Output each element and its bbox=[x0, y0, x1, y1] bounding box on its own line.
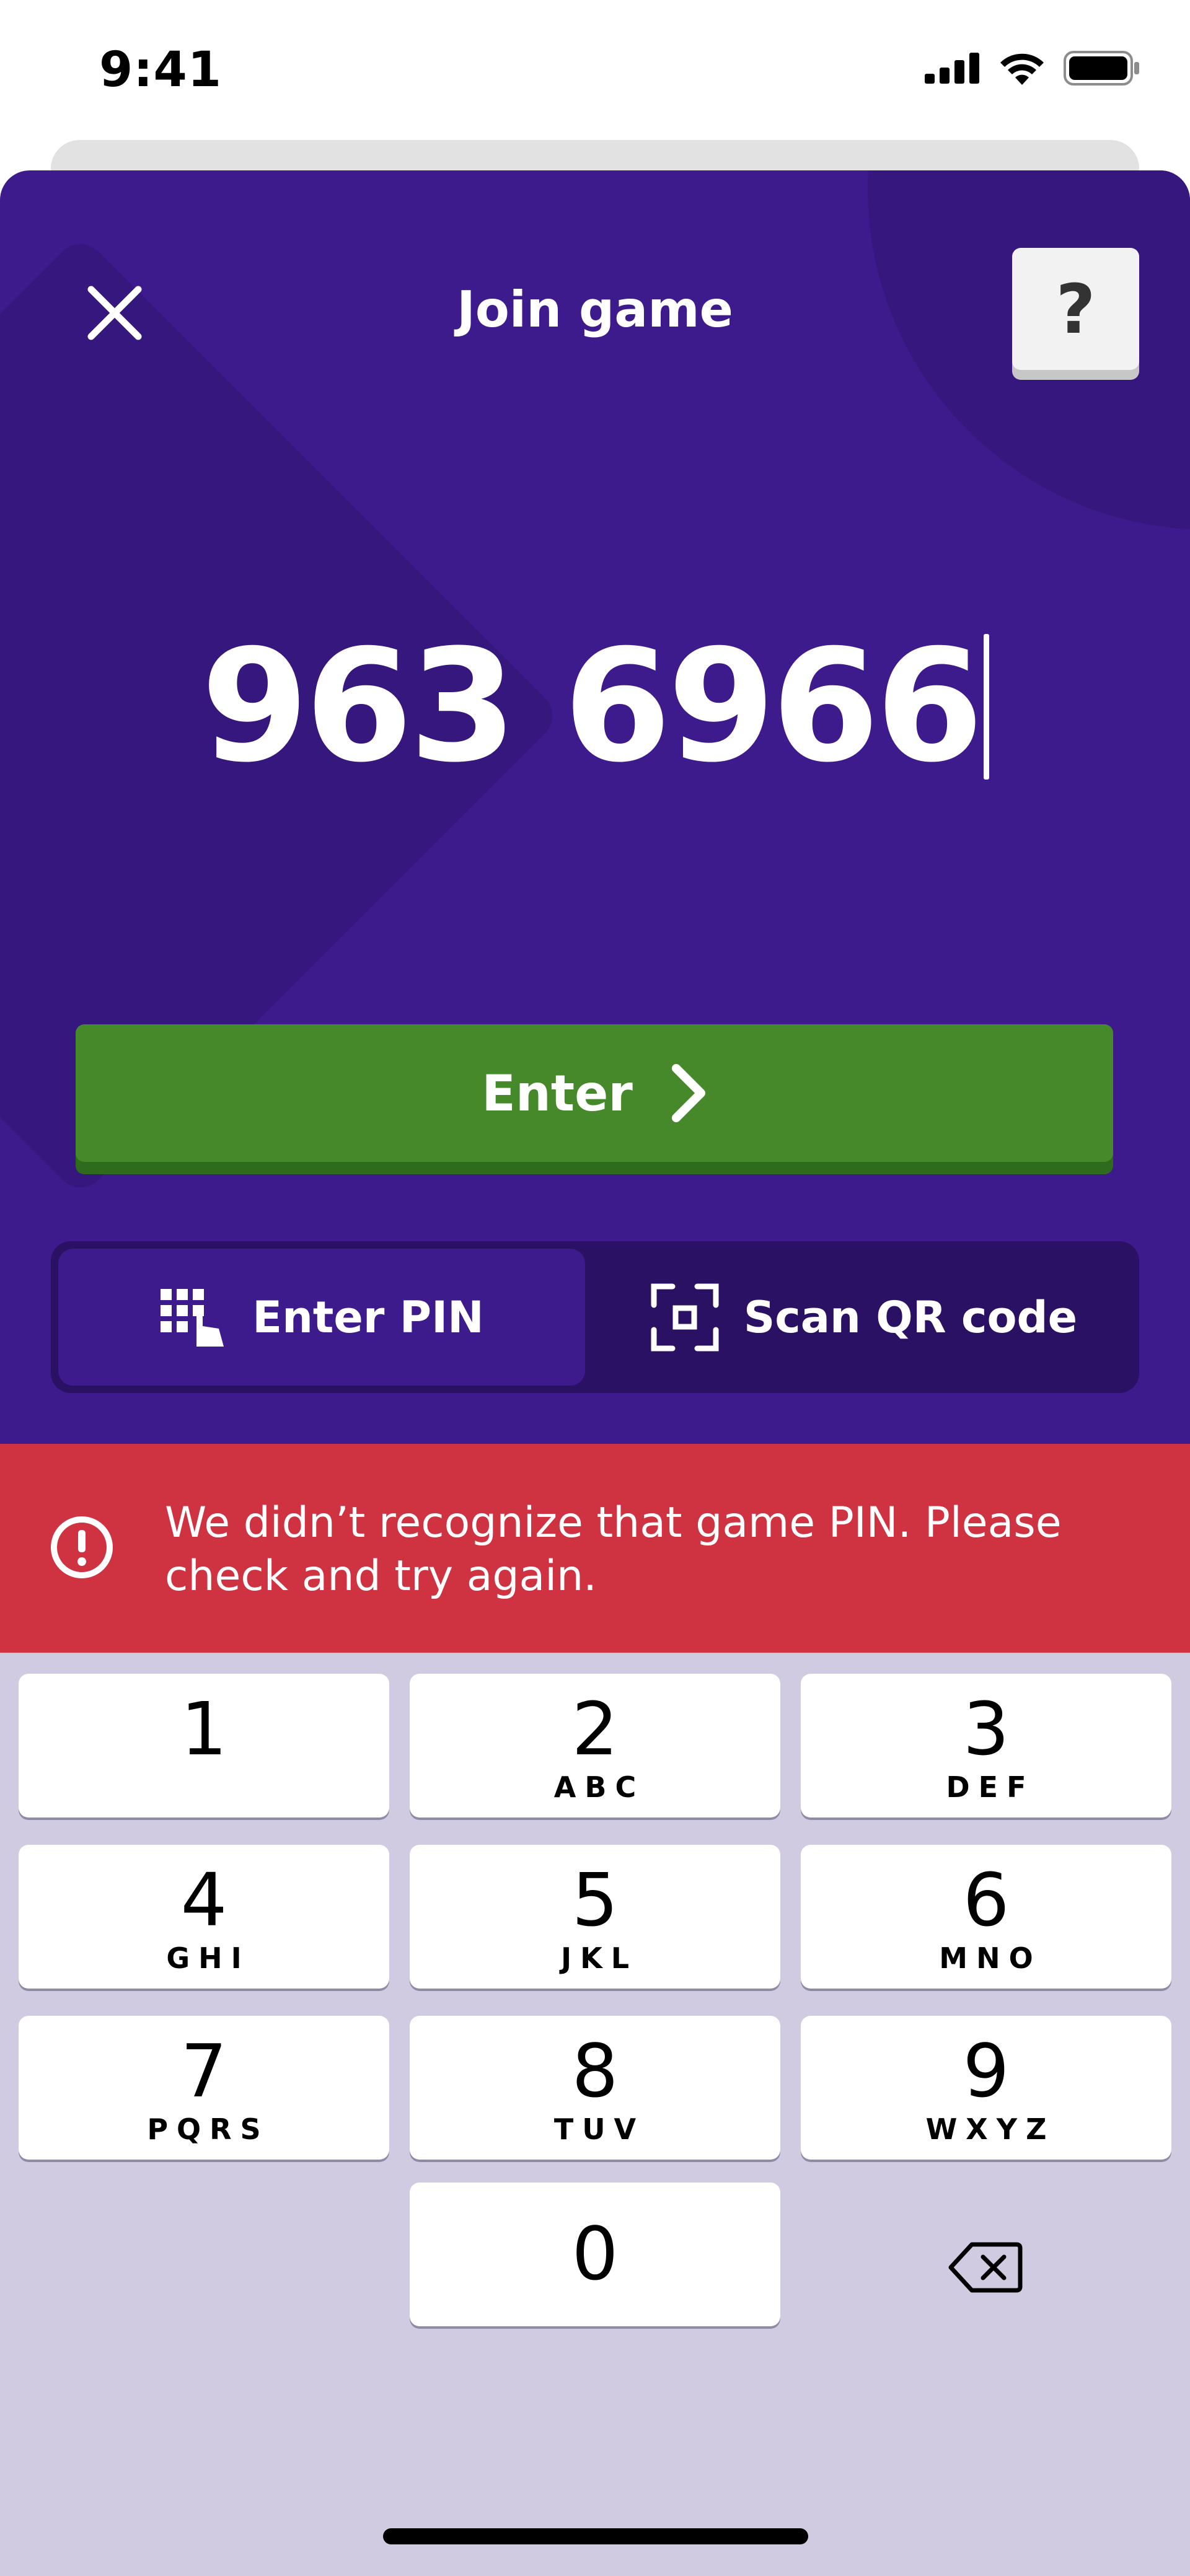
battery-icon bbox=[1064, 51, 1139, 86]
key-letters: WXYZ bbox=[925, 2112, 1056, 2146]
tab-scan-qr-code-label: Scan QR code bbox=[743, 1291, 1078, 1343]
key-letters: DEF bbox=[946, 1770, 1035, 1804]
page-title: Join game bbox=[457, 281, 733, 338]
key-digit: 2 bbox=[571, 1686, 619, 1772]
key-digit: 1 bbox=[180, 1686, 227, 1772]
backspace-button[interactable] bbox=[800, 2196, 1171, 2339]
error-message: We didn’t recognize that game PIN. Pleas… bbox=[165, 1498, 1062, 1601]
key-4[interactable]: 4 GHI bbox=[19, 1845, 389, 1989]
join-mode-toggle: Enter PIN Scan QR code bbox=[51, 1241, 1139, 1393]
key-digit: 3 bbox=[963, 1686, 1010, 1772]
key-letters: GHI bbox=[166, 1941, 250, 1975]
tab-scan-qr-code[interactable]: Scan QR code bbox=[596, 1249, 1132, 1386]
key-digit: 9 bbox=[963, 2028, 1010, 2114]
status-icons bbox=[925, 51, 1140, 86]
alert-circle-icon bbox=[51, 1516, 113, 1578]
key-letters: JKL bbox=[560, 1941, 638, 1975]
error-banner: We didn’t recognize that game PIN. Pleas… bbox=[0, 1444, 1190, 1653]
key-letters: MNO bbox=[939, 1941, 1042, 1975]
key-letters: PQRS bbox=[147, 2112, 270, 2146]
key-digit: 4 bbox=[180, 1857, 227, 1943]
help-icon: ? bbox=[1056, 269, 1096, 349]
chevron-right-icon bbox=[671, 1064, 705, 1122]
key-1[interactable]: 1 bbox=[19, 1674, 389, 1818]
key-digit: 6 bbox=[963, 1857, 1010, 1943]
qr-scan-icon bbox=[651, 1283, 719, 1351]
backspace-icon bbox=[948, 2242, 1023, 2293]
key-9[interactable]: 9 WXYZ bbox=[801, 2016, 1171, 2160]
key-digit: 7 bbox=[180, 2028, 227, 2114]
tab-enter-pin-label: Enter PIN bbox=[252, 1291, 484, 1343]
keypad-grid-icon bbox=[161, 1289, 224, 1347]
status-time: 9:41 bbox=[99, 42, 223, 98]
enter-button[interactable]: Enter bbox=[76, 1024, 1113, 1162]
join-panel: Join game ? 963 6966 Enter Enter PIN Sca… bbox=[0, 170, 1190, 1444]
key-letters: TUV bbox=[553, 2112, 645, 2146]
pin-input-row[interactable]: 963 6966 bbox=[0, 629, 1190, 784]
tab-enter-pin[interactable]: Enter PIN bbox=[58, 1249, 585, 1386]
key-7[interactable]: 7 PQRS bbox=[19, 2016, 389, 2160]
key-8[interactable]: 8 TUV bbox=[410, 2016, 780, 2160]
key-0[interactable]: 0 bbox=[410, 2183, 780, 2326]
key-digit: 5 bbox=[571, 1857, 619, 1943]
enter-button-label: Enter bbox=[482, 1064, 633, 1122]
wifi-icon bbox=[1000, 53, 1044, 85]
key-5[interactable]: 5 JKL bbox=[410, 1845, 780, 1989]
key-digit: 8 bbox=[571, 2028, 619, 2114]
key-digit: 0 bbox=[571, 2211, 619, 2297]
key-letters: ABC bbox=[553, 1770, 645, 1804]
home-indicator bbox=[383, 2528, 808, 2544]
status-bar: 9:41 bbox=[0, 0, 1190, 136]
cellular-signal-icon bbox=[925, 53, 979, 84]
help-button[interactable]: ? bbox=[1012, 248, 1139, 370]
key-3[interactable]: 3 DEF bbox=[801, 1674, 1171, 1818]
numeric-keypad: 1 2 ABC 3 DEF 4 GHI 5 JKL 6 MNO 7 PQRS 8… bbox=[0, 1653, 1190, 2576]
key-2[interactable]: 2 ABC bbox=[410, 1674, 780, 1818]
text-caret bbox=[983, 633, 989, 780]
pin-input[interactable]: 963 6966 bbox=[201, 629, 984, 784]
key-6[interactable]: 6 MNO bbox=[801, 1845, 1171, 1989]
